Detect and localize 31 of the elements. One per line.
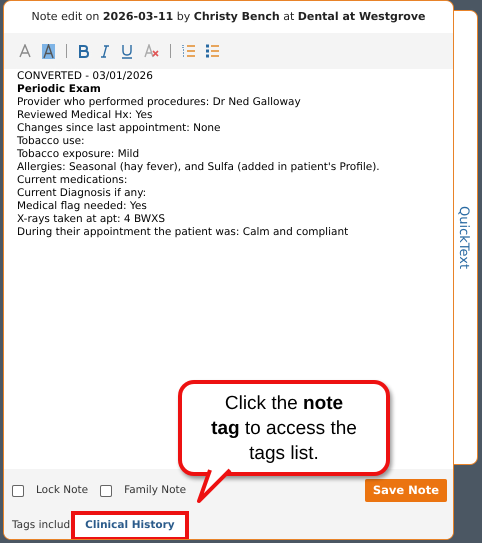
note-line: During their appointment the patient was: Calm and compliant: [17, 226, 348, 239]
underline-icon[interactable]: [121, 44, 133, 58]
dialog-title: Note edit on 2026-03-11 by Christy Bench at Dental at Westgrove: [32, 8, 426, 25]
note-line: Allergies: Seasonal (hay fever), and Sulfa (added in patient's Profile).: [17, 161, 380, 174]
quicktext-tab[interactable]: QuickText: [454, 206, 473, 270]
note-line: Changes since last appointment: None: [17, 122, 221, 135]
checkbox-label: Lock Note: [36, 482, 88, 498]
highlight-icon[interactable]: [42, 44, 55, 58]
note-line: Tobacco exposure: Mild: [17, 148, 140, 161]
note-line: Current Diagnosis if any:: [17, 187, 146, 200]
numbered-list-icon[interactable]: [182, 44, 195, 58]
note-line: Tobacco use:: [17, 135, 85, 148]
note-line: Current medications:: [17, 174, 128, 187]
clear-format-icon[interactable]: [144, 44, 159, 58]
checkbox[interactable]: [12, 484, 24, 497]
note-line: Medical flag needed: Yes: [17, 200, 147, 213]
save-note-button[interactable]: Save Note: [364, 479, 447, 502]
note-tag-link[interactable]: Clinical History: [71, 511, 189, 539]
note-line: Provider who performed procedures: Dr Ned Galloway: [17, 96, 301, 109]
italic-icon[interactable]: [100, 44, 110, 58]
note-heading: Periodic Exam: [17, 83, 101, 96]
font-color-icon[interactable]: [19, 44, 31, 58]
callout-text: Click the note tag to access the tags list.: [210, 392, 358, 466]
note-line: Reviewed Medical Hx: Yes: [17, 109, 152, 122]
note-line: CONVERTED - 03/01/2026: [17, 70, 153, 83]
note-line: X-rays taken at apt: 4 BWXS: [17, 213, 166, 226]
bold-icon[interactable]: [78, 44, 89, 58]
tags-label: Tags includ: [12, 518, 70, 534]
checkbox[interactable]: [100, 484, 112, 497]
checkbox-label: Family Note: [124, 482, 186, 498]
bullet-list-icon[interactable]: [206, 44, 219, 58]
